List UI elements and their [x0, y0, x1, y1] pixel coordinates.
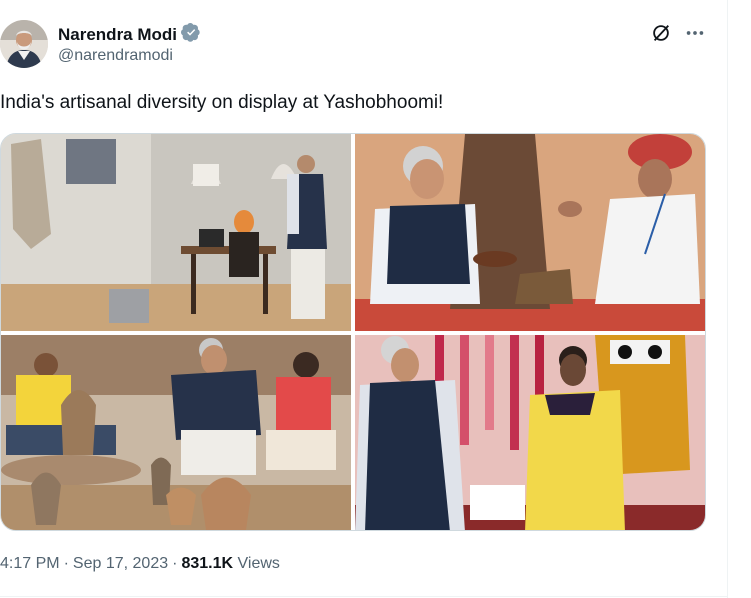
avatar-photo — [0, 20, 48, 68]
media-grid — [0, 133, 706, 531]
meta-separator: · — [63, 555, 69, 572]
views-label: Views — [237, 555, 280, 572]
tweet-date[interactable]: Sep 17, 2023 — [73, 555, 168, 572]
photo-4[interactable] — [355, 335, 705, 530]
author-name-row[interactable]: Narendra Modi — [58, 22, 201, 47]
tweet-text: India's artisanal diversity on display a… — [0, 92, 444, 113]
more-options-icon[interactable] — [684, 22, 706, 44]
views-count: 831.1K — [181, 555, 234, 572]
tweet-divider — [0, 596, 727, 597]
tweet-time[interactable]: 4:17 PM — [0, 555, 60, 572]
author-avatar[interactable] — [0, 20, 48, 68]
author-handle[interactable]: @narendramodi — [58, 47, 173, 65]
meta-separator-2: · — [172, 555, 178, 572]
photo-3[interactable] — [1, 335, 351, 530]
author-name[interactable]: Narendra Modi — [58, 25, 177, 45]
photo-1[interactable] — [1, 134, 351, 331]
timeline-divider — [727, 0, 728, 598]
grok-icon[interactable] — [650, 22, 672, 44]
verified-badge-icon[interactable] — [181, 22, 201, 47]
photo-2[interactable] — [355, 134, 705, 331]
tweet-metadata: 4:17 PM · Sep 17, 2023 · 831.1K Views — [0, 555, 280, 573]
